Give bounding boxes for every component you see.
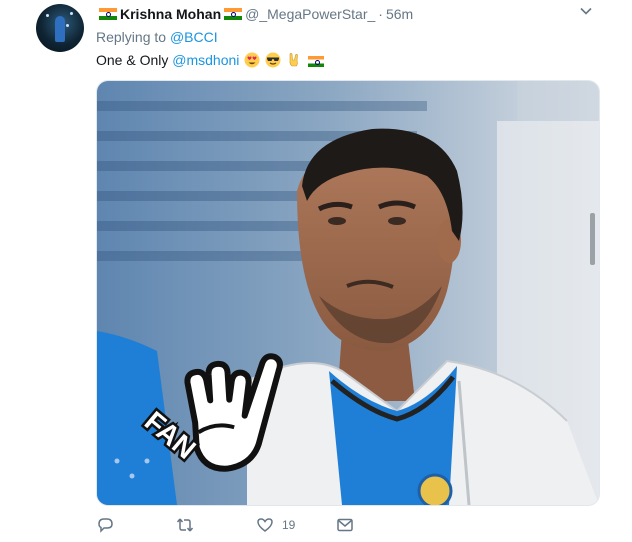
author-handle[interactable]: @_MegaPowerStar_	[245, 6, 375, 22]
retweet-button[interactable]	[176, 516, 194, 534]
tweet-time[interactable]: 56m	[386, 6, 413, 22]
photo-cricketer: FAN	[97, 81, 599, 505]
tweet-text-prefix: One & Only	[96, 52, 169, 68]
replying-to: Replying to @BCCI	[96, 29, 218, 45]
heart-icon	[257, 518, 273, 532]
rock-hand-emoji-icon	[289, 53, 298, 67]
like-button[interactable]: 19	[256, 516, 295, 534]
mention-link[interactable]: @msdhoni	[172, 52, 239, 68]
scrollbar[interactable]	[590, 213, 595, 265]
reply-mention-link[interactable]: @BCCI	[170, 29, 218, 45]
india-flag-emoji-icon	[307, 55, 324, 67]
author-avatar[interactable]	[36, 4, 84, 52]
heart-eyes-emoji-icon	[244, 52, 260, 68]
india-flag-icon	[224, 8, 243, 20]
replying-prefix: Replying to	[96, 29, 167, 45]
avatar-figure	[55, 16, 65, 42]
envelope-icon	[337, 518, 353, 532]
reply-button[interactable]	[96, 516, 114, 534]
retweet-icon	[176, 518, 194, 532]
tweet-actions: 19	[96, 516, 396, 536]
like-count: 19	[282, 518, 296, 532]
avatar-light	[46, 14, 49, 17]
reply-icon	[98, 518, 113, 533]
tweet-text: One & Only @msdhoni	[96, 52, 324, 68]
chevron-down-icon[interactable]	[580, 5, 592, 17]
india-flag-icon	[99, 8, 117, 20]
separator: ·	[378, 6, 383, 22]
author-name[interactable]: Krishna Mohan	[120, 6, 221, 22]
avatar-light	[70, 12, 73, 15]
tweet-media-image[interactable]: FAN	[96, 80, 600, 506]
avatar-light	[66, 24, 69, 27]
sunglasses-emoji-icon	[265, 52, 281, 68]
tweet-header: Krishna Mohan @_MegaPowerStar_ · 56m	[96, 5, 413, 23]
direct-message-button[interactable]	[336, 516, 354, 534]
